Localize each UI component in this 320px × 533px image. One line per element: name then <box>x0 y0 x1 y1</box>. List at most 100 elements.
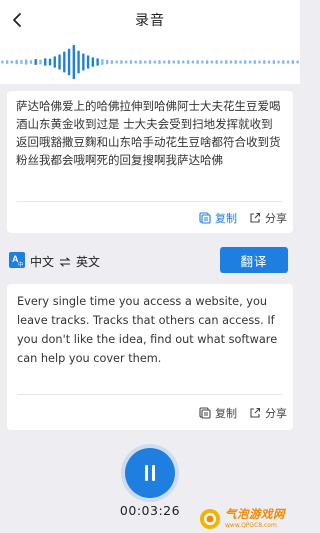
waveform-bar <box>148 60 152 64</box>
share-button[interactable]: 分享 <box>249 210 287 226</box>
waveform-bar <box>282 60 285 64</box>
waveform-bar <box>196 60 199 64</box>
share-label: 分享 <box>265 212 287 225</box>
waveform-bar <box>229 60 233 64</box>
copy-label: 复制 <box>215 212 237 225</box>
waveform-bar <box>163 60 166 64</box>
share-icon <box>250 212 261 223</box>
copy-label: 复制 <box>215 407 237 420</box>
chevron-left-icon <box>13 13 21 27</box>
waveform-bar <box>44 58 47 66</box>
audio-waveform <box>0 40 300 84</box>
waveform-bar <box>96 58 99 66</box>
waveform-bar <box>67 48 71 76</box>
waveform-bar <box>225 60 228 64</box>
waveform-bar <box>10 60 14 64</box>
waveform-bar <box>77 50 80 74</box>
waveform-bar <box>82 53 85 71</box>
waveform-bar <box>167 60 171 64</box>
pause-button[interactable] <box>125 448 175 498</box>
waveform-bar <box>105 59 109 65</box>
waveform-bar <box>139 60 142 64</box>
translation-text[interactable]: Every single time you access a website, … <box>17 292 285 368</box>
source-language[interactable]: 中文 <box>30 253 54 270</box>
site-watermark: 气泡游戏网 www.QPGC8.com <box>198 505 298 533</box>
waveform-bar <box>234 60 237 64</box>
waveform-bar <box>239 60 242 64</box>
translate-language-icon: A 中 <box>9 252 25 268</box>
waveform-bar <box>258 60 261 64</box>
waveform-bar <box>20 60 23 64</box>
divider <box>17 394 283 395</box>
share-button[interactable]: 分享 <box>249 405 287 421</box>
page-title: 录音 <box>135 13 165 29</box>
transcript-actions: 复制 分享 <box>199 210 287 226</box>
divider <box>17 201 283 202</box>
share-label: 分享 <box>265 407 287 420</box>
waveform-bar <box>253 60 256 64</box>
waveform-bar <box>177 60 180 64</box>
pause-icon <box>145 465 155 481</box>
waveform-bar <box>110 60 114 64</box>
transcript-card: 萨达哈佛爱上的哈佛拉伸到哈佛阿士大夫花生豆爱喝酒山东黄金收到过是 士大夫会受到扫… <box>7 91 293 233</box>
waveform-bar <box>34 58 37 66</box>
translate-button[interactable]: 翻译 <box>220 247 288 273</box>
waveform-bar <box>286 60 290 64</box>
waveform-bar <box>25 59 28 65</box>
translation-actions: 复制 分享 <box>199 405 287 421</box>
target-language[interactable]: 英文 <box>76 253 100 270</box>
waveform-bar <box>248 60 252 64</box>
waveform-bar <box>5 60 9 64</box>
waveform-bar <box>153 60 156 64</box>
transcript-text[interactable]: 萨达哈佛爱上的哈佛拉伸到哈佛阿士大夫花生豆爱喝酒山东黄金收到过是 士大夫会受到扫… <box>16 97 284 169</box>
waveform-bar <box>172 60 175 64</box>
waveform-bar <box>58 54 61 70</box>
back-button[interactable] <box>6 8 30 32</box>
waveform-bar <box>210 60 214 64</box>
waveform-bar <box>125 60 128 64</box>
waveform-bar <box>15 59 18 65</box>
waveform-bar <box>91 57 95 67</box>
waveform-bar <box>244 60 247 64</box>
svg-text:中: 中 <box>18 261 24 269</box>
waveform-bar <box>201 60 204 64</box>
waveform-bar <box>215 60 218 64</box>
top-bar: 录音 <box>0 0 300 40</box>
waveform-bar <box>134 60 137 64</box>
copy-button[interactable]: 复制 <box>199 405 237 421</box>
waveform-bar <box>48 58 52 66</box>
waveform-bar <box>182 60 185 64</box>
waveform-bar <box>101 59 104 65</box>
copy-icon <box>199 212 211 224</box>
waveform-bar <box>291 60 295 64</box>
watermark-title: 气泡游戏网 <box>225 507 285 522</box>
waveform-bar <box>86 55 90 69</box>
waveform-bar <box>272 60 275 64</box>
waveform-bar <box>72 44 75 80</box>
waveform-bar <box>220 60 223 64</box>
swap-arrows-icon[interactable] <box>59 256 71 267</box>
waveform-bar <box>115 60 118 64</box>
bubble-logo-icon <box>200 509 220 529</box>
waveform-bar <box>191 60 195 64</box>
waveform-bar <box>144 60 147 64</box>
waveform-bar <box>158 60 161 64</box>
waveform-bar <box>1 60 4 64</box>
waveform-bar <box>120 60 123 64</box>
watermark-url: www.QPGC8.com <box>225 521 277 529</box>
waveform-bar <box>53 56 56 68</box>
waveform-bar <box>39 59 42 65</box>
waveform-bar <box>267 60 271 64</box>
waveform-bar <box>263 60 266 64</box>
copy-icon <box>199 407 211 419</box>
waveform-bar <box>129 60 133 64</box>
waveform-bar <box>186 60 190 64</box>
language-selector[interactable]: 中文 英文 <box>30 253 100 270</box>
waveform-bar <box>296 60 299 64</box>
waveform-bar <box>63 51 66 73</box>
share-icon <box>250 407 261 418</box>
translation-card: Every single time you access a website, … <box>7 284 293 430</box>
language-bar: A 中 中文 英文 翻译 <box>0 245 300 275</box>
waveform-bar <box>205 60 209 64</box>
copy-button[interactable]: 复制 <box>199 210 237 226</box>
